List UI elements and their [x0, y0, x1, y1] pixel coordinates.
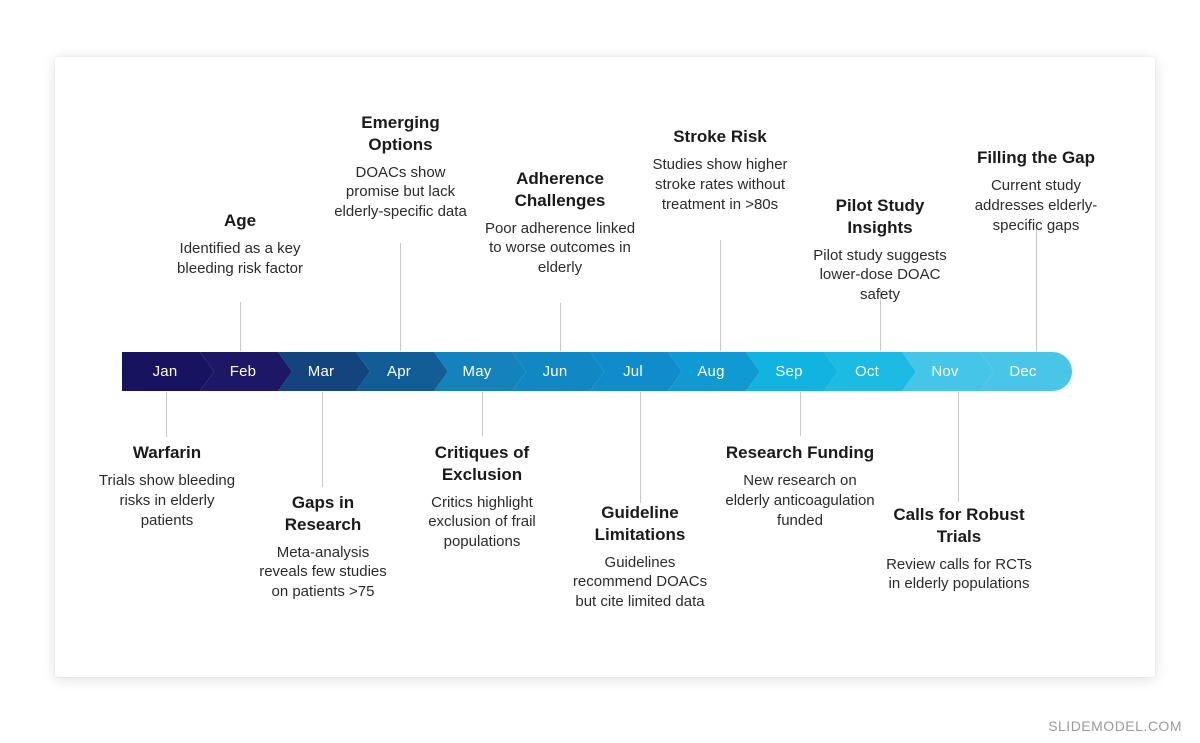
connector-line-above-4 [720, 240, 721, 351]
timeline-month-jan[interactable]: Jan [122, 352, 214, 391]
timeline-chevron-bar: Jan Feb Mar Apr May Jun Jul Aug Sep Oct Nov Dec [122, 352, 1072, 391]
timeline-month-label: Nov [931, 363, 959, 380]
connector-line-below-4 [640, 392, 641, 503]
timeline-month-label: Feb [229, 363, 257, 380]
timeline-month-label: Oct [855, 363, 879, 380]
milestone-above-age: Age Identified as a key bleeding risk fa… [160, 210, 320, 279]
timeline-month-label: Dec [1009, 363, 1037, 380]
milestone-title: Emerging Options [361, 113, 440, 154]
milestone-title: Stroke Risk [673, 127, 767, 146]
milestone-description: Current study addresses elderly-specific… [974, 176, 1098, 234]
milestone-description: Review calls for RCTs in elderly populat… [886, 555, 1032, 593]
timeline-infographic: Jan Feb Mar Apr May Jun Jul Aug Sep Oct Nov Dec Age… [0, 0, 1200, 743]
milestone-title: Critiques of Exclusion [434, 443, 530, 484]
milestone-description: Trials show bleeding risks in elderly pa… [98, 471, 236, 529]
connector-line-below-1 [166, 392, 167, 437]
timeline-month-label: Jun [542, 363, 568, 380]
milestone-above-stroke-risk: Stroke Risk Studies show higher stroke r… [643, 126, 797, 215]
connector-line-above-6 [1036, 228, 1037, 351]
milestone-description: DOACs show promise but lack elderly-spec… [334, 163, 467, 221]
milestone-title: Filling the Gap [976, 148, 1096, 167]
milestone-title: Guideline Limitations [594, 503, 686, 544]
connector-line-above-3 [560, 303, 561, 351]
timeline-month-label: Aug [697, 363, 725, 380]
timeline-month-label: Mar [307, 363, 335, 380]
connector-line-above-1 [240, 302, 241, 351]
milestone-title: Calls for Robust Trials [893, 505, 1025, 546]
milestone-description: Poor adherence linked to worse outcomes … [484, 219, 636, 277]
milestone-description: Identified as a key bleeding risk factor [177, 239, 303, 277]
milestone-description: Studies show higher stroke rates without… [652, 155, 788, 213]
milestone-title: Gaps in Research [284, 493, 362, 534]
milestone-title: Warfarin [132, 443, 202, 462]
timeline-month-label: May [462, 363, 492, 380]
milestone-above-adherence-challenges: Adherence Challenges Poor adherence link… [484, 168, 636, 278]
milestone-description: Guidelines recommend DOACs but cite limi… [572, 553, 708, 611]
milestone-below-guideline-limitations: Guideline Limitations Guidelines recomme… [567, 502, 713, 612]
milestone-title: Pilot Study Insights [835, 196, 925, 237]
milestone-below-gaps-in-research: Gaps in Research Meta-analysis reveals f… [253, 492, 393, 602]
timeline-month-label: Sep [775, 363, 803, 380]
timeline-month-label: Jan [152, 363, 178, 380]
milestone-above-pilot-study-insights: Pilot Study Insights Pilot study suggest… [808, 195, 952, 305]
slidemodel-watermark: SLIDEMODEL.COM [1048, 718, 1182, 734]
milestone-title: Research Funding [725, 443, 875, 462]
milestone-above-filling-the-gap: Filling the Gap Current study addresses … [957, 147, 1115, 236]
milestone-title: Age [223, 211, 257, 230]
timeline-month-label: Apr [387, 363, 411, 380]
milestone-description: New research on elderly anticoagulation … [725, 471, 875, 529]
milestone-title: Adherence Challenges [514, 169, 606, 210]
milestone-below-critiques-of-exclusion: Critiques of Exclusion Critics highlight… [407, 442, 557, 552]
milestone-below-calls-for-robust-trials: Calls for Robust Trials Review calls for… [884, 504, 1034, 594]
connector-line-below-6 [958, 392, 959, 502]
connector-line-below-5 [800, 392, 801, 436]
milestone-description: Critics highlight exclusion of frail pop… [428, 493, 536, 551]
milestone-above-emerging-options: Emerging Options DOACs show promise but … [328, 112, 473, 222]
milestone-below-research-funding: Research Funding New research on elderly… [722, 442, 878, 531]
milestone-description: Pilot study suggests lower-dose DOAC saf… [813, 246, 947, 304]
milestone-below-warfarin: Warfarin Trials show bleeding risks in e… [92, 442, 242, 531]
connector-line-above-2 [400, 243, 401, 351]
connector-line-below-2 [322, 392, 323, 487]
milestone-description: Meta-analysis reveals few studies on pat… [259, 543, 387, 601]
timeline-month-label: Jul [623, 363, 643, 380]
connector-line-below-3 [482, 392, 483, 436]
